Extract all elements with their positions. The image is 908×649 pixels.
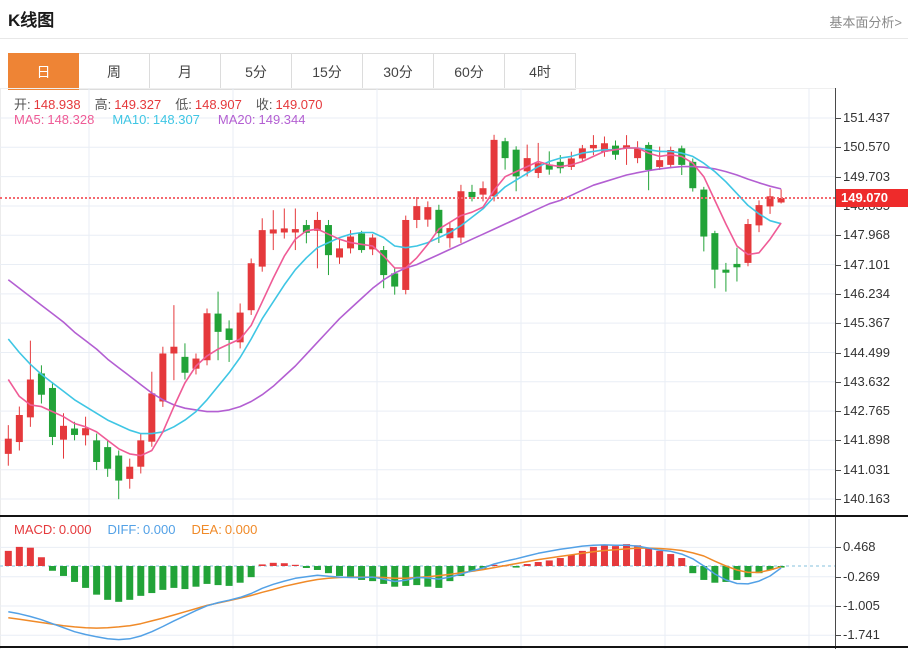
price-axis-label: 145.367 bbox=[843, 315, 890, 330]
current-price-tag: 149.070 bbox=[836, 189, 908, 207]
macd-axis-label: 0.468 bbox=[843, 539, 876, 554]
interval-tab-1[interactable]: 周 bbox=[79, 53, 150, 90]
price-axis-label: 140.163 bbox=[843, 491, 890, 506]
chart-area: 开:148.938高:149.327低:148.907收:149.070 MA5… bbox=[0, 88, 908, 649]
price-axis-label: 142.765 bbox=[843, 403, 890, 418]
dea-legend-item: DEA:0.000 bbox=[191, 522, 257, 537]
interval-tab-7[interactable]: 4时 bbox=[505, 53, 576, 90]
axis-tick bbox=[836, 118, 841, 119]
price-axis-label: 147.101 bbox=[843, 257, 890, 272]
price-axis-label: 147.968 bbox=[843, 227, 890, 242]
open-value: 148.938 bbox=[34, 97, 81, 112]
axis-tick bbox=[836, 606, 841, 607]
current-price-line bbox=[0, 197, 835, 199]
interval-tab-5[interactable]: 30分 bbox=[363, 53, 434, 90]
ma5-legend-item: MA5:148.328 bbox=[14, 112, 94, 127]
ma20-legend-item: MA20:149.344 bbox=[218, 112, 306, 127]
high-label: 高: bbox=[95, 97, 112, 112]
ma-legend: MA5:148.328 MA10:148.307 MA20:149.344 bbox=[14, 112, 306, 127]
axis-tick bbox=[836, 147, 841, 148]
axis-tick bbox=[836, 499, 841, 500]
macd-legend: MACD:0.000 DIFF:0.000 DEA:0.000 bbox=[14, 522, 257, 537]
axis-tick bbox=[836, 577, 841, 578]
interval-tab-3[interactable]: 5分 bbox=[221, 53, 292, 90]
price-axis-label: 151.437 bbox=[843, 110, 890, 125]
axis-tick bbox=[836, 470, 841, 471]
close-value: 149.070 bbox=[276, 97, 323, 112]
panel-separator bbox=[0, 515, 908, 517]
axis-tick bbox=[836, 265, 841, 266]
axis-tick bbox=[836, 177, 841, 178]
interval-tabs: 日周月5分15分30分60分4时 bbox=[8, 53, 576, 90]
axis-tick bbox=[836, 323, 841, 324]
kline-chart-app: K线图 基本面分析> 日周月5分15分30分60分4时 开:148.938高:1… bbox=[0, 0, 908, 649]
macd-chart[interactable] bbox=[0, 519, 836, 649]
macd-legend-item: MACD:0.000 bbox=[14, 522, 91, 537]
axis-tick bbox=[836, 635, 841, 636]
axis-tick bbox=[836, 547, 841, 548]
fundamental-analysis-link[interactable]: 基本面分析> bbox=[829, 12, 902, 31]
header-divider bbox=[0, 38, 908, 39]
page-title: K线图 bbox=[8, 6, 54, 31]
close-label: 收: bbox=[256, 97, 273, 112]
candlestick-chart[interactable] bbox=[0, 88, 836, 517]
axis-tick bbox=[836, 382, 841, 383]
price-axis-label: 149.703 bbox=[843, 169, 890, 184]
interval-tab-0[interactable]: 日 bbox=[8, 53, 79, 90]
macd-axis-label: -1.005 bbox=[843, 598, 880, 613]
open-label: 开: bbox=[14, 97, 31, 112]
price-axis-label: 146.234 bbox=[843, 286, 890, 301]
price-axis-label: 150.570 bbox=[843, 139, 890, 154]
interval-tab-2[interactable]: 月 bbox=[150, 53, 221, 90]
macd-axis-label: -0.269 bbox=[843, 569, 880, 584]
low-label: 低: bbox=[175, 97, 192, 112]
ohlc-legend: 开:148.938 高:149.327 低:148.907 收:149.070 bbox=[14, 94, 337, 113]
axis-tick bbox=[836, 353, 841, 354]
high-value: 149.327 bbox=[114, 97, 161, 112]
y-axis-line bbox=[835, 88, 836, 649]
axis-tick bbox=[836, 235, 841, 236]
axis-tick bbox=[836, 294, 841, 295]
diff-legend-item: DIFF:0.000 bbox=[107, 522, 175, 537]
low-value: 148.907 bbox=[195, 97, 242, 112]
axis-tick bbox=[836, 440, 841, 441]
ma10-legend-item: MA10:148.307 bbox=[112, 112, 200, 127]
price-axis-label: 144.499 bbox=[843, 345, 890, 360]
price-axis-label: 141.031 bbox=[843, 462, 890, 477]
axis-tick bbox=[836, 411, 841, 412]
price-axis-label: 141.898 bbox=[843, 432, 890, 447]
macd-axis-label: -1.741 bbox=[843, 627, 880, 642]
price-axis-label: 143.632 bbox=[843, 374, 890, 389]
interval-tab-6[interactable]: 60分 bbox=[434, 53, 505, 90]
chart-bottom-border bbox=[0, 646, 908, 648]
interval-tab-4[interactable]: 15分 bbox=[292, 53, 363, 90]
